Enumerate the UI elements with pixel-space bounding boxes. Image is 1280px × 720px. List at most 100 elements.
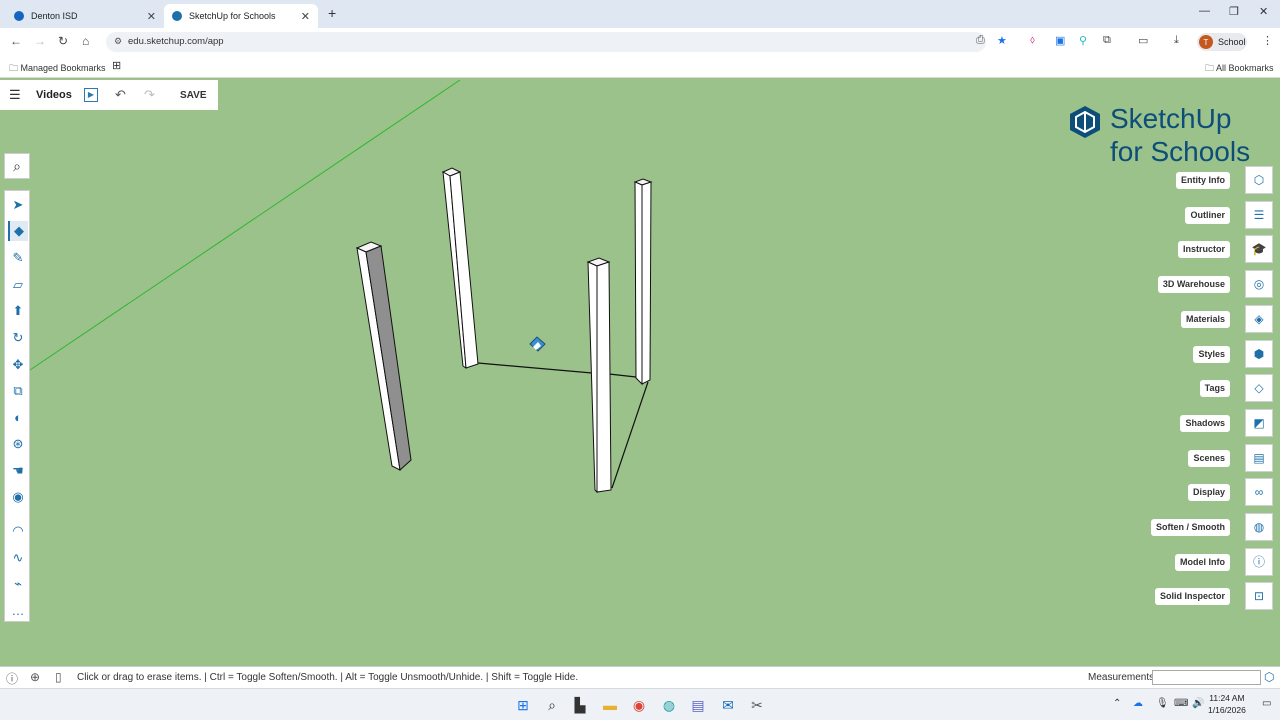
panel-button-solid-inspector[interactable]: ⊡ (1245, 582, 1273, 611)
video-icon[interactable]: ▶ (84, 88, 98, 102)
search-icon[interactable]: ⌕ (4, 153, 30, 179)
panel-button-instructor[interactable]: 🎓 (1245, 235, 1273, 264)
snipping-tool-icon[interactable]: ✂ (748, 696, 766, 714)
panel-label-solid-inspector[interactable]: Solid Inspector (1154, 588, 1230, 606)
push-pull-tool[interactable]: ⬆ (8, 301, 28, 321)
redo-icon[interactable]: ↷ (144, 87, 155, 103)
move-tool[interactable]: ✥ (8, 355, 28, 375)
panel-button-soften-smooth[interactable]: ◍ (1245, 513, 1273, 541)
managed-bookmarks[interactable]: 🗀 Managed Bookmarks (9, 61, 106, 77)
profile-button[interactable]: T School (1197, 33, 1247, 51)
reload-icon[interactable]: ↻ (58, 34, 68, 48)
apps-grid-icon[interactable]: ⊞ (112, 59, 121, 72)
mouse-icon[interactable]: ▯ (55, 670, 62, 684)
panel-label-outliner[interactable]: Outliner (1185, 206, 1230, 224)
panel-button-outliner[interactable]: ☰ (1245, 200, 1273, 229)
more-tools[interactable]: … (8, 601, 28, 621)
back-icon[interactable]: ← (10, 34, 22, 48)
extension-icon[interactable]: ▣ (1055, 34, 1065, 47)
panel-label-scenes[interactable]: Scenes (1188, 449, 1230, 467)
panel-label-shadows[interactable]: Shadows (1180, 414, 1230, 432)
panel-button-entity-info[interactable]: ⬡ (1245, 166, 1273, 194)
onedrive-icon[interactable]: ☁ (1133, 698, 1143, 709)
hamburger-menu-icon[interactable]: ☰ (9, 87, 21, 103)
tab-sketchup[interactable]: SketchUp for Schools ✕ (164, 4, 318, 28)
system-clock[interactable]: 11:24 AM 1/16/2026 (1208, 692, 1246, 716)
teams-icon[interactable]: ▤ (689, 696, 707, 714)
network-icon[interactable]: ⌨ (1174, 698, 1188, 709)
help-icon[interactable]: ⓘ (6, 670, 18, 687)
pan-tool[interactable]: ☚ (8, 461, 28, 481)
chevron-up-icon[interactable]: ⌃ (1113, 698, 1121, 709)
edge-icon[interactable]: ◍ (660, 696, 678, 714)
bookmark-star-icon[interactable]: ★ (997, 34, 1007, 47)
search-icon[interactable]: ⌕ (543, 696, 561, 714)
panel-button-3d-warehouse[interactable]: ◎ (1245, 270, 1273, 299)
panel-button-model-info[interactable]: ⓘ (1245, 547, 1273, 576)
panel-label-display[interactable]: Display (1187, 484, 1230, 502)
panel-button-shadows[interactable]: ◩ (1245, 408, 1273, 437)
orbit-tool[interactable]: ⊛ (8, 434, 28, 454)
panel-button-styles[interactable]: ⬢ (1245, 339, 1273, 368)
save-button[interactable]: SAVE (180, 90, 207, 101)
close-tab-icon[interactable]: ✕ (147, 10, 156, 23)
panel-label-model-info[interactable]: Model Info (1175, 553, 1230, 571)
maximize-icon[interactable]: ❐ (1229, 5, 1239, 18)
notifications-icon[interactable]: ▭ (1262, 698, 1271, 709)
globe-icon[interactable]: ⊕ (30, 670, 40, 684)
panel-label-tags[interactable]: Tags (1199, 380, 1230, 398)
undo-icon[interactable]: ↶ (115, 87, 126, 103)
chrome-icon[interactable]: ◉ (630, 696, 648, 714)
forward-icon[interactable]: → (34, 34, 46, 48)
microphone-icon[interactable]: 🎙 (1156, 698, 1169, 709)
extension-icon[interactable]: ⬨ (1030, 34, 1035, 47)
download-icon[interactable]: ⤓ (1174, 34, 1179, 47)
pencil-tool[interactable]: ✎ (8, 248, 28, 268)
extension-icon[interactable]: ⚲ (1079, 34, 1087, 47)
eraser-tool[interactable]: ◆ (8, 221, 28, 241)
panel-label-materials[interactable]: Materials (1180, 310, 1230, 328)
panel-button-tags[interactable]: ◇ (1245, 374, 1273, 403)
window-close-icon[interactable]: ✕ (1259, 5, 1268, 18)
panel-button-materials[interactable]: ◈ (1245, 304, 1273, 333)
arc-tool[interactable]: ◠ (8, 521, 28, 541)
extensions-puzzle-icon[interactable]: ⧉ (1103, 34, 1111, 47)
walk-tool[interactable]: ◉ (8, 487, 28, 507)
outlook-icon[interactable]: ✉ (719, 696, 737, 714)
rectangle-tool[interactable]: ▱ (8, 275, 28, 295)
select-tool[interactable]: ➤ (8, 195, 28, 215)
all-bookmarks[interactable]: 🗀 All Bookmarks (1205, 61, 1274, 77)
model-canvas[interactable] (0, 80, 1280, 666)
paint-tool[interactable]: ◐ (8, 408, 28, 428)
freehand-tool[interactable]: ∿ (8, 548, 28, 568)
hand-icon: ☚ (12, 463, 24, 478)
new-tab-icon[interactable]: + (328, 5, 336, 21)
tape-tool[interactable]: ⌁ (8, 574, 28, 594)
scale-tool[interactable]: ⧉ (8, 381, 28, 401)
panel-label-instructor[interactable]: Instructor (1177, 241, 1230, 259)
model-name[interactable]: Videos (36, 89, 72, 101)
browser-menu-icon[interactable]: ⋮ (1262, 34, 1273, 47)
volume-icon[interactable]: 🔊 (1192, 698, 1204, 709)
model-viewport[interactable] (0, 80, 1280, 666)
side-panel-icon[interactable]: ▭ (1138, 34, 1148, 47)
measurements-input[interactable] (1152, 670, 1261, 685)
panel-label-entity-info[interactable]: Entity Info (1176, 172, 1230, 189)
site-info-icon[interactable]: ⚙ (114, 36, 122, 47)
panel-label-styles[interactable]: Styles (1193, 345, 1230, 363)
close-tab-icon[interactable]: ✕ (301, 10, 310, 23)
task-view-icon[interactable]: ▙ (571, 696, 589, 714)
address-bar[interactable]: ⚙ edu.sketchup.com/app (106, 32, 986, 52)
home-icon[interactable]: ⌂ (82, 34, 89, 48)
windows-start-icon[interactable]: ⊞ (514, 696, 532, 714)
file-explorer-icon[interactable]: ▬ (601, 696, 619, 714)
panel-button-display[interactable]: ∞ (1245, 478, 1273, 507)
panel-button-scenes[interactable]: ▤ (1245, 443, 1273, 472)
panel-label-soften-smooth[interactable]: Soften / Smooth (1151, 519, 1230, 536)
more-icon: … (11, 603, 25, 618)
minimize-icon[interactable]: — (1199, 5, 1210, 17)
panel-label-3d-warehouse[interactable]: 3D Warehouse (1157, 276, 1230, 294)
rotate-tool[interactable]: ↻ (8, 328, 28, 348)
tab-denton-isd[interactable]: Denton ISD ✕ (6, 4, 164, 28)
install-app-icon[interactable]: ⎙ (976, 34, 985, 47)
